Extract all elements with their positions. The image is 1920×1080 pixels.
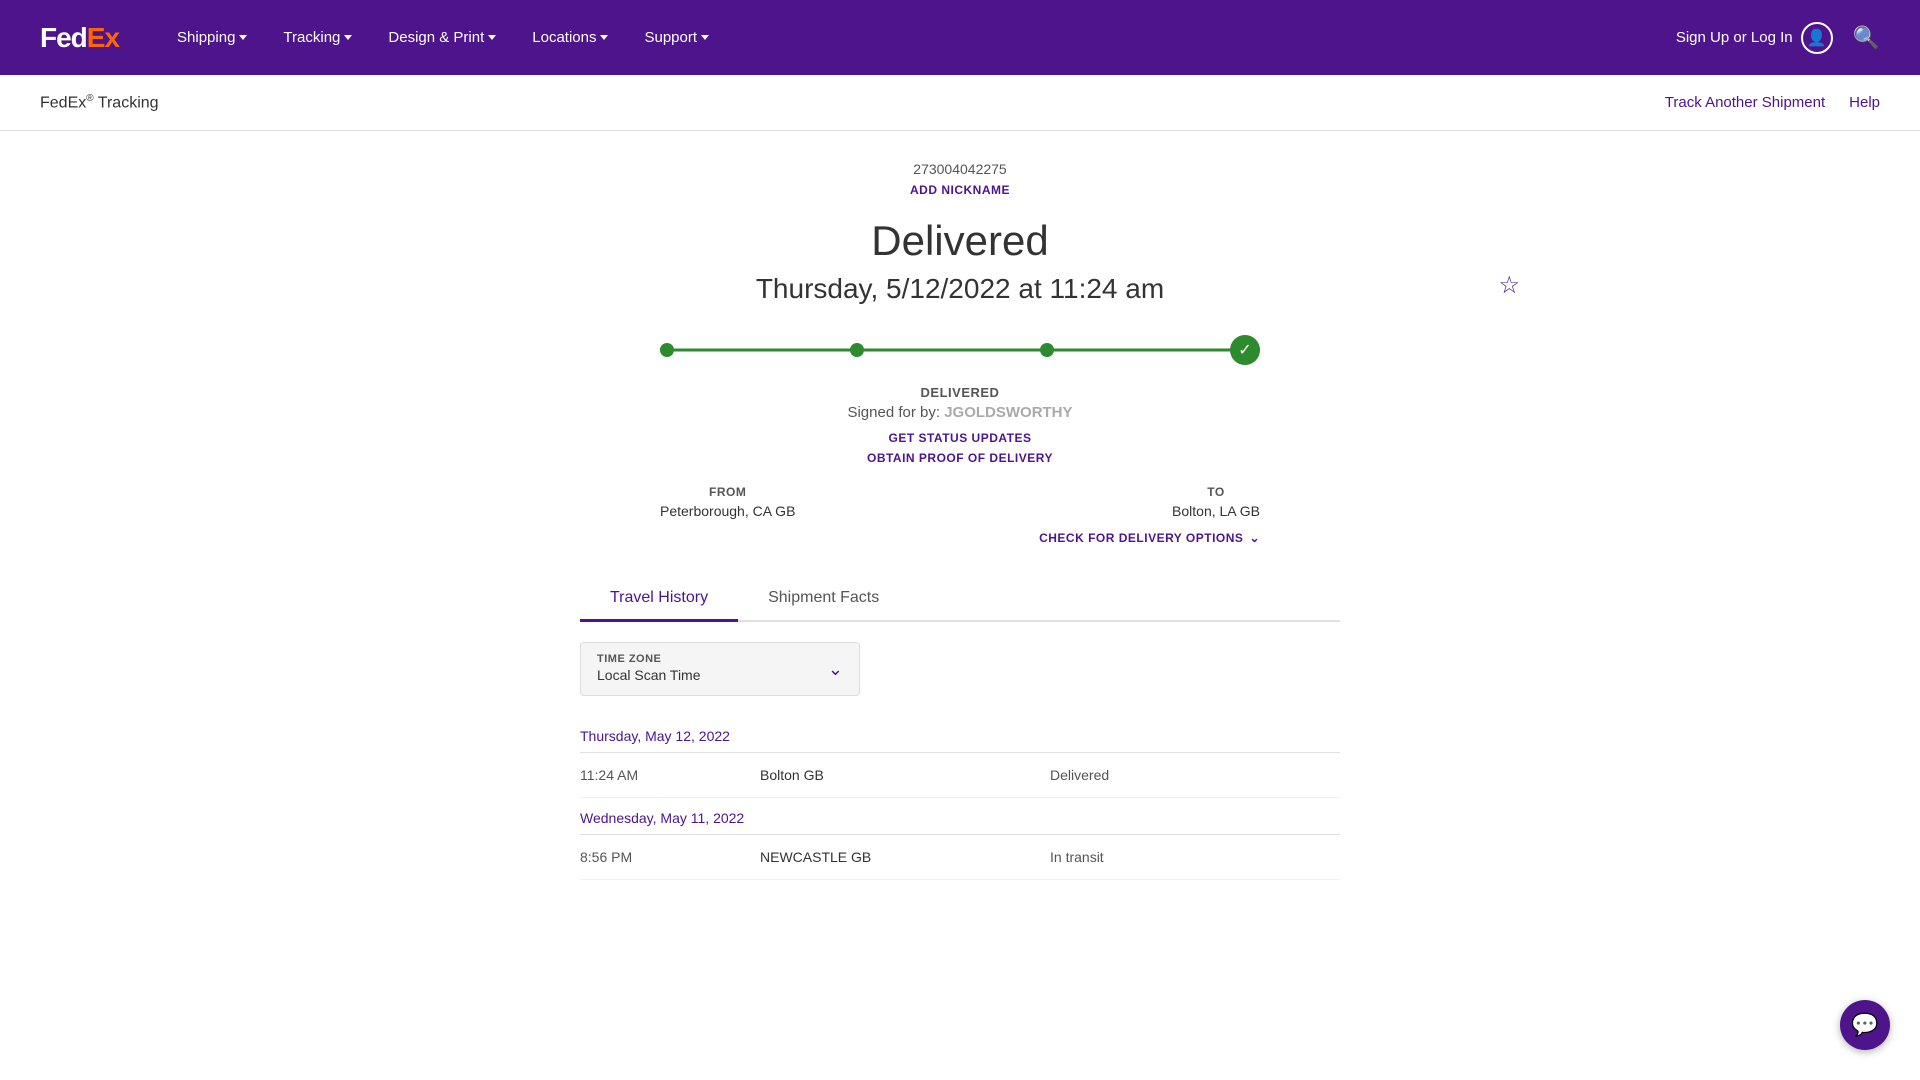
travel-time: 11:24 AM xyxy=(580,767,760,783)
progress-dot-2 xyxy=(850,343,864,357)
timezone-label: TIME ZONE xyxy=(597,653,701,665)
chevron-down-icon xyxy=(239,35,247,40)
action-links: GET STATUS UPDATES OBTAIN PROOF OF DELIV… xyxy=(400,431,1520,465)
progress-dot-3 xyxy=(1040,343,1054,357)
check-delivery-options-button[interactable]: CHECK FOR DELIVERY OPTIONS ⌄ xyxy=(1039,531,1260,545)
nav-locations[interactable]: Locations xyxy=(514,0,626,75)
fedex-logo[interactable]: FedEx xyxy=(40,22,119,54)
table-row: 8:56 PMNEWCASTLE GBIn transit xyxy=(580,835,1340,880)
travel-status: In transit xyxy=(1050,849,1340,865)
obtain-proof-link[interactable]: OBTAIN PROOF OF DELIVERY xyxy=(867,451,1053,465)
main-content: ☆ 273004042275 ADD NICKNAME Delivered Th… xyxy=(360,131,1560,910)
tab-shipment-facts[interactable]: Shipment Facts xyxy=(738,577,909,622)
progress-dot-1 xyxy=(660,343,674,357)
timezone-dropdown[interactable]: TIME ZONE Local Scan Time ⌄ xyxy=(580,642,860,696)
travel-date-group-label: Thursday, May 12, 2022 xyxy=(580,716,1340,753)
tab-travel-history[interactable]: Travel History xyxy=(580,577,738,622)
from-to-section: FROM Peterborough, CA GB TO Bolton, LA G… xyxy=(660,485,1260,519)
status-date: Thursday, 5/12/2022 at 11:24 am xyxy=(400,273,1520,305)
nav-shipping[interactable]: Shipping xyxy=(159,0,265,75)
nav-links: Shipping Tracking Design & Print Locatio… xyxy=(159,0,1676,75)
add-nickname-button[interactable]: ADD NICKNAME xyxy=(400,183,1520,197)
chevron-down-icon xyxy=(701,35,709,40)
nav-right: Sign Up or Log In 👤 🔍 xyxy=(1676,22,1880,54)
to-value: Bolton, LA GB xyxy=(1172,503,1260,519)
signed-name: JGOLDSWORTHY xyxy=(944,404,1072,421)
chat-button[interactable]: 💬 xyxy=(1840,1000,1890,1050)
logo-ex: Ex xyxy=(87,22,119,53)
logo-fed: Fed xyxy=(40,22,87,53)
progress-track: ✓ xyxy=(660,335,1260,365)
chevron-down-icon xyxy=(344,35,352,40)
progress-line xyxy=(660,349,1260,352)
help-link[interactable]: Help xyxy=(1849,94,1880,111)
travel-date-group-label: Wednesday, May 11, 2022 xyxy=(580,798,1340,835)
travel-location: NEWCASTLE GB xyxy=(760,849,1050,865)
nav-tracking[interactable]: Tracking xyxy=(265,0,370,75)
progress-check: ✓ xyxy=(1230,335,1260,365)
nav-support[interactable]: Support xyxy=(626,0,727,75)
from-label: FROM xyxy=(660,485,795,499)
chevron-down-icon xyxy=(600,35,608,40)
delivered-label: DELIVERED xyxy=(400,385,1520,400)
signed-for: Signed for by: JGOLDSWORTHY xyxy=(400,404,1520,421)
tabs-section: Travel History Shipment Facts TIME ZONE … xyxy=(580,577,1340,880)
chevron-down-icon: ⌄ xyxy=(1249,531,1260,545)
from-value: Peterborough, CA GB xyxy=(660,503,795,519)
status-title: Delivered xyxy=(400,217,1520,265)
to-block: TO Bolton, LA GB xyxy=(1172,485,1260,519)
progress-bar: ✓ xyxy=(400,335,1520,365)
tracking-header: 273004042275 ADD NICKNAME xyxy=(400,161,1520,197)
sign-in-button[interactable]: Sign Up or Log In 👤 xyxy=(1676,22,1833,54)
subheader-links: Track Another Shipment Help xyxy=(1665,94,1880,111)
subheader: FedEx® Tracking Track Another Shipment H… xyxy=(0,75,1920,131)
table-row: 11:24 AMBolton GBDelivered xyxy=(580,753,1340,798)
get-status-updates-link[interactable]: GET STATUS UPDATES xyxy=(888,431,1031,445)
tracking-number: 273004042275 xyxy=(400,161,1520,177)
status-section: Delivered Thursday, 5/12/2022 at 11:24 a… xyxy=(400,217,1520,547)
delivered-info: DELIVERED Signed for by: JGOLDSWORTHY GE… xyxy=(400,385,1520,465)
tabs-bar: Travel History Shipment Facts xyxy=(580,577,1340,622)
user-icon: 👤 xyxy=(1801,22,1833,54)
track-another-shipment-link[interactable]: Track Another Shipment xyxy=(1665,94,1825,111)
from-block: FROM Peterborough, CA GB xyxy=(660,485,795,519)
search-icon[interactable]: 🔍 xyxy=(1853,25,1880,51)
dropdown-chevron-icon: ⌄ xyxy=(828,659,843,680)
timezone-value: Local Scan Time xyxy=(597,667,701,683)
travel-time: 8:56 PM xyxy=(580,849,760,865)
travel-location: Bolton GB xyxy=(760,767,1050,783)
chevron-down-icon xyxy=(488,35,496,40)
travel-status: Delivered xyxy=(1050,767,1340,783)
nav-design-print[interactable]: Design & Print xyxy=(370,0,514,75)
page-title: FedEx® Tracking xyxy=(40,93,159,112)
main-nav: FedEx Shipping Tracking Design & Print L… xyxy=(0,0,1920,75)
travel-history-list: Thursday, May 12, 202211:24 AMBolton GBD… xyxy=(580,716,1340,880)
delivery-options: CHECK FOR DELIVERY OPTIONS ⌄ xyxy=(660,529,1260,547)
to-label: TO xyxy=(1172,485,1260,499)
